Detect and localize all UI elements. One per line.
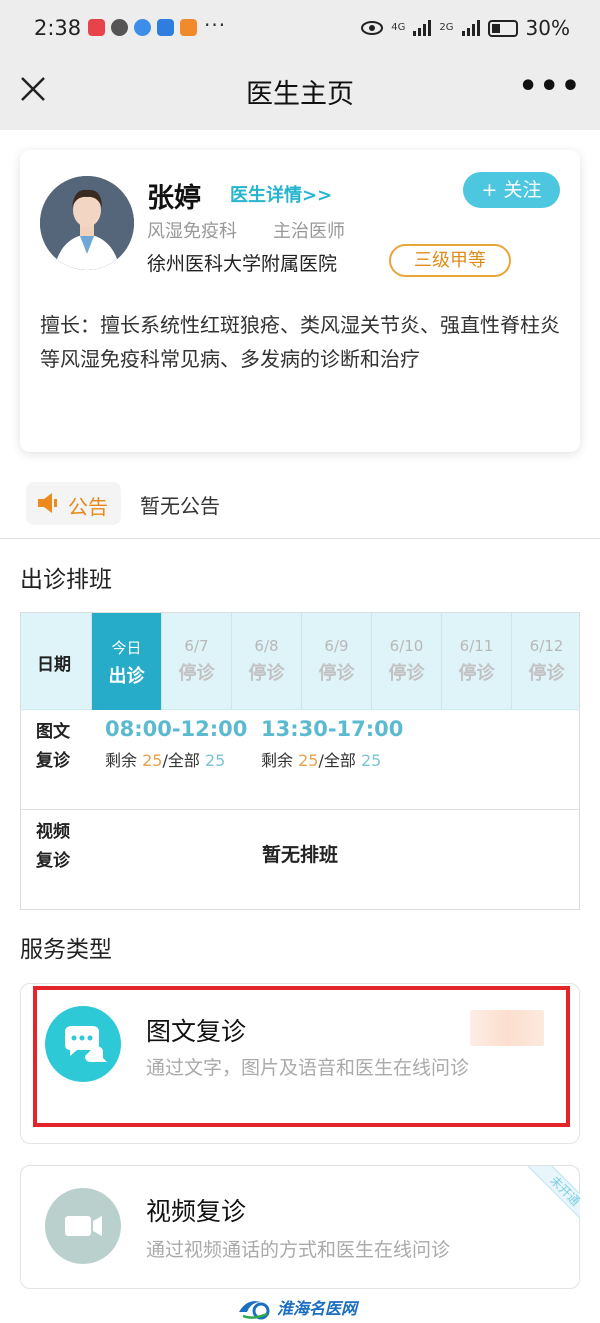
schedule-day[interactable]: 6/7 停诊 [161,613,231,710]
notice-chip: 公告 [26,482,121,525]
red-highlight-box [33,986,570,1127]
day-status: 停诊 [318,663,355,684]
time-slot[interactable]: 13:30-17:00 剩余 25/全部 25 [261,717,403,771]
row-label-line2: 复诊 [36,751,70,771]
schedule-row-video-consult: 视频 复诊 暂无排班 [21,810,579,910]
day-date: 6/10 [389,637,424,655]
schedule-day-today[interactable]: 今日 出诊 [91,613,161,710]
browser-icon [134,19,151,36]
doctor-specialty: 擅长：擅长系统性红斑狼疮、类风湿关节炎、强直性脊柱炎等风湿免疫科常见病、多发病的… [40,313,560,371]
network-4g-label: 4G [391,22,406,33]
doctor-title: 主治医师 [273,221,345,242]
video-app-icon [180,19,197,36]
logo-text: 淮海名医网 [277,1299,358,1318]
logo-mark-icon [239,1301,270,1320]
status-time: 2:38 [34,16,82,40]
service-title: 视频复诊 [146,1197,247,1226]
schedule-section-title: 出诊排班 [20,567,112,593]
schedule-day[interactable]: 6/8 停诊 [231,613,301,710]
site-logo: 淮海名医网 [237,1294,357,1320]
time-slot[interactable]: 08:00-12:00 剩余 25/全部 25 [105,717,247,771]
follow-button[interactable]: + 关注 [463,172,560,208]
speaker-icon [38,493,57,513]
no-schedule-text: 暂无排班 [261,844,338,866]
signal-icon [461,20,480,36]
app-notification-icon [88,19,105,36]
page-title: 医生主页 [246,79,354,110]
schedule-day[interactable]: 6/10 停诊 [371,613,441,710]
nav-bar: 医生主页 ••• [0,58,600,130]
schedule-day[interactable]: 6/9 停诊 [301,613,371,710]
message-icon [111,19,128,36]
service-card-video-consult[interactable]: 视频复诊 通过视频通话的方式和医生在线问诊 [20,1165,580,1289]
schedule-day[interactable]: 6/12 停诊 [511,613,581,710]
doctor-detail-link[interactable]: 医生详情>> [230,181,332,207]
day-status: 停诊 [178,663,215,684]
slot-remaining: 剩余 25/全部 25 [261,751,382,770]
date-column-label: 日期 [37,655,71,675]
service-description: 通过视频通话的方式和医生在线问诊 [146,1239,451,1261]
slot-remaining: 剩余 25/全部 25 [105,751,226,770]
network-2g-label: 2G [439,22,454,33]
notice-text: 暂无公告 [140,494,220,518]
day-status: 出诊 [108,666,145,687]
doctor-avatar [40,176,134,270]
day-date: 6/8 [254,637,279,655]
not-open-ribbon: 未开通 [510,1166,580,1236]
notice-label: 公告 [68,495,108,519]
hospital-grade-badge: 三级甲等 [389,244,511,277]
schedule-day[interactable]: 6/11 停诊 [441,613,511,710]
schedule-header: 日期 今日 出诊 6/7 停诊 6/8 停诊 6/9 停诊 6/10 停诊 6/… [21,613,579,710]
more-options-icon[interactable]: ••• [518,72,582,102]
status-bar: 2:38 ··· 4G 2G 30% [0,0,600,58]
day-date: 6/7 [184,637,209,655]
ribbon-label: 未开通 [526,1166,580,1230]
row-label-line1: 图文 [36,722,70,742]
doctor-name: 张婷 [147,183,201,214]
more-notifications-icon: ··· [204,13,227,37]
day-status: 停诊 [458,663,495,684]
slot-time: 08:00-12:00 [105,717,248,741]
day-date: 今日 [111,639,142,657]
battery-percent: 30% [525,16,570,40]
schedule-table: 日期 今日 出诊 6/7 停诊 6/8 停诊 6/9 停诊 6/10 停诊 6/… [20,612,580,910]
services-section-title: 服务类型 [20,937,112,963]
cloud-icon [157,19,174,36]
day-date: 6/12 [529,637,564,655]
day-date: 6/9 [324,637,349,655]
divider [0,538,600,539]
day-status: 停诊 [528,663,565,684]
status-right: 4G 2G 30% [361,16,570,40]
slot-time: 13:30-17:00 [261,717,404,741]
day-status: 停诊 [248,663,285,684]
day-status: 停诊 [388,663,425,684]
schedule-row-text-consult: 图文 复诊 08:00-12:00 剩余 25/全部 25 13:30-17:0… [21,710,579,809]
doctor-card: 张婷 医生详情>> + 关注 风湿免疫科 主治医师 徐州医科大学附属医院 三级甲… [20,150,580,452]
doctor-department: 风湿免疫科 [147,221,237,242]
video-camera-icon [45,1188,121,1264]
day-date: 6/11 [459,637,494,655]
signal-icon [413,20,432,36]
doctor-hospital: 徐州医科大学附属医院 [147,253,338,275]
notification-icons [88,19,197,36]
eye-icon [361,21,384,35]
battery-icon [487,19,518,37]
